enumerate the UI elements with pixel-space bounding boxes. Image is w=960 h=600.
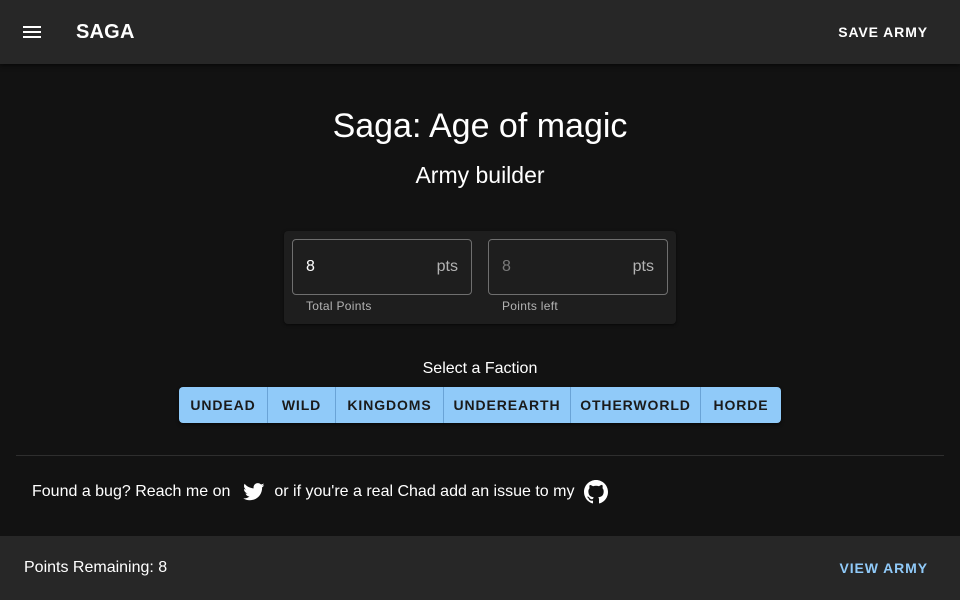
points-left-input xyxy=(502,240,612,294)
view-army-button[interactable]: VIEW ARMY xyxy=(828,550,940,586)
page-title: Saga: Age of magic xyxy=(332,107,628,145)
total-points-helper: Total Points xyxy=(306,299,372,313)
points-left-field: pts xyxy=(488,239,668,295)
bottom-bar: Points Remaining: 8 VIEW ARMY xyxy=(0,536,960,600)
menu-icon[interactable] xyxy=(20,20,44,44)
divider xyxy=(16,455,944,456)
faction-underearth-button[interactable]: UNDEREARTH xyxy=(444,387,571,423)
bug-report-text: Found a bug? Reach me on xyxy=(32,483,231,500)
faction-undead-button[interactable]: UNDEAD xyxy=(179,387,268,423)
points-left-suffix: pts xyxy=(632,258,654,275)
points-left-helper: Points left xyxy=(502,299,558,313)
bug-report-text-middle: or if you're a real Chad add an issue to… xyxy=(274,483,575,500)
main-content: Saga: Age of magic Army builder pts Tota… xyxy=(0,64,960,536)
total-points-input[interactable] xyxy=(306,240,416,294)
twitter-icon[interactable] xyxy=(242,480,266,504)
points-remaining-text: Points Remaining: 8 xyxy=(24,559,168,576)
bug-report-line: Found a bug? Reach me on or if you're a … xyxy=(32,478,616,506)
faction-kingdoms-button[interactable]: KINGDOMS xyxy=(336,387,444,423)
page-subtitle: Army builder xyxy=(415,162,545,188)
total-points-suffix: pts xyxy=(436,258,458,275)
faction-label: Select a Faction xyxy=(422,360,538,377)
top-app-bar: SAGA SAVE ARMY xyxy=(0,0,960,64)
faction-button-group: UNDEAD WILD KINGDOMS UNDEREARTH OTHERWOR… xyxy=(179,387,781,423)
points-card: pts Total Points pts Points left xyxy=(284,231,676,324)
faction-otherworld-button[interactable]: OTHERWORLD xyxy=(571,387,701,423)
app-title: SAGA xyxy=(76,21,135,43)
github-icon[interactable] xyxy=(584,480,609,504)
faction-horde-button[interactable]: HORDE xyxy=(701,387,781,423)
total-points-field[interactable]: pts xyxy=(292,239,472,295)
save-army-button[interactable]: SAVE ARMY xyxy=(826,14,940,50)
faction-wild-button[interactable]: WILD xyxy=(268,387,336,423)
